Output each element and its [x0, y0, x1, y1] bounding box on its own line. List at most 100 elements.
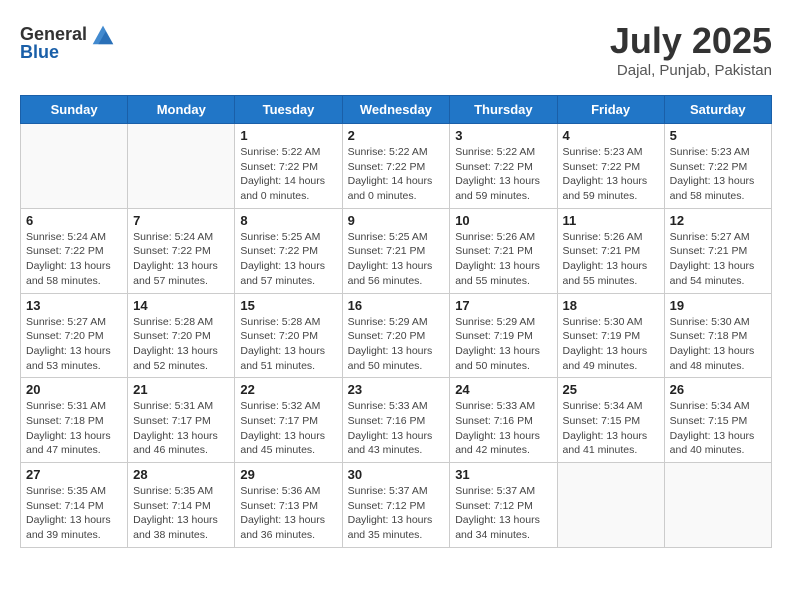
- day-number: 5: [670, 128, 766, 143]
- day-info: Sunrise: 5:25 AMSunset: 7:21 PMDaylight:…: [348, 230, 445, 289]
- day-info: Sunrise: 5:27 AMSunset: 7:21 PMDaylight:…: [670, 230, 766, 289]
- calendar-cell: [557, 463, 664, 548]
- daylight-text: Daylight: 13 hours and 42 minutes.: [455, 429, 551, 458]
- daylight-text: Daylight: 13 hours and 34 minutes.: [455, 513, 551, 542]
- day-number: 3: [455, 128, 551, 143]
- daylight-text: Daylight: 13 hours and 53 minutes.: [26, 344, 122, 373]
- day-number: 9: [348, 213, 445, 228]
- day-info: Sunrise: 5:25 AMSunset: 7:22 PMDaylight:…: [240, 230, 336, 289]
- sunset-text: Sunset: 7:18 PM: [26, 414, 122, 429]
- calendar-week-row: 20Sunrise: 5:31 AMSunset: 7:18 PMDayligh…: [21, 378, 772, 463]
- day-info: Sunrise: 5:33 AMSunset: 7:16 PMDaylight:…: [455, 399, 551, 458]
- sunset-text: Sunset: 7:22 PM: [133, 244, 229, 259]
- sunset-text: Sunset: 7:21 PM: [455, 244, 551, 259]
- calendar-cell: 28Sunrise: 5:35 AMSunset: 7:14 PMDayligh…: [128, 463, 235, 548]
- calendar-cell: 15 Sunrise: 5:28 AMSunset: 7:20 PMDayligh…: [235, 293, 342, 378]
- day-number: 18: [563, 298, 659, 313]
- calendar-cell: 19Sunrise: 5:30 AMSunset: 7:18 PMDayligh…: [664, 293, 771, 378]
- calendar-cell: 29 Sunrise: 5:36 AMSunset: 7:13 PMDayligh…: [235, 463, 342, 548]
- sunset-text: Sunset: 7:22 PM: [670, 160, 766, 175]
- sunrise-text: Sunrise: 5:33 AM: [455, 399, 551, 414]
- day-info: Sunrise: 5:22 AMSunset: 7:22 PMDaylight:…: [455, 145, 551, 204]
- calendar-cell: 22Sunrise: 5:32 AMSunset: 7:17 PMDayligh…: [235, 378, 342, 463]
- sunset-text: Sunset: 7:20 PM: [348, 329, 445, 344]
- sunrise-text: Sunrise: 5:31 AM: [26, 399, 122, 414]
- calendar-cell: 5 Sunrise: 5:23 AMSunset: 7:22 PMDaylight…: [664, 124, 771, 209]
- sunset-text: Sunset: 7:14 PM: [26, 499, 122, 514]
- sunrise-text: Sunrise: 5:26 AM: [455, 230, 551, 245]
- day-number: 10: [455, 213, 551, 228]
- sunrise-text: Sunrise: 5:24 AM: [133, 230, 229, 245]
- sunrise-text: Sunrise: 5:30 AM: [670, 315, 766, 330]
- sunrise-text: Sunrise: 5:22 AM: [455, 145, 551, 160]
- daylight-text: Daylight: 13 hours and 45 minutes.: [240, 429, 336, 458]
- calendar-cell: 18Sunrise: 5:30 AMSunset: 7:19 PMDayligh…: [557, 293, 664, 378]
- sunrise-text: Sunrise: 5:32 AM: [240, 399, 336, 414]
- day-info: Sunrise: 5:34 AMSunset: 7:15 PMDaylight:…: [563, 399, 659, 458]
- sunset-text: Sunset: 7:22 PM: [240, 244, 336, 259]
- sunrise-text: Sunrise: 5:34 AM: [670, 399, 766, 414]
- day-info: Sunrise: 5:36 AMSunset: 7:13 PMDaylight:…: [240, 484, 336, 543]
- daylight-text: Daylight: 13 hours and 59 minutes.: [455, 174, 551, 203]
- day-number: 12: [670, 213, 766, 228]
- calendar-cell: 24Sunrise: 5:33 AMSunset: 7:16 PMDayligh…: [450, 378, 557, 463]
- sunrise-text: Sunrise: 5:28 AM: [240, 315, 336, 330]
- day-info: Sunrise: 5:37 AMSunset: 7:12 PMDaylight:…: [455, 484, 551, 543]
- sunset-text: Sunset: 7:20 PM: [26, 329, 122, 344]
- page-header: General Blue July 2025 Dajal, Punjab, Pa…: [20, 20, 772, 79]
- day-number: 29: [240, 467, 336, 482]
- calendar-cell: 14 Sunrise: 5:28 AMSunset: 7:20 PMDayligh…: [128, 293, 235, 378]
- calendar-cell: 2 Sunrise: 5:22 AMSunset: 7:22 PMDaylight…: [342, 124, 450, 209]
- day-info: Sunrise: 5:32 AMSunset: 7:17 PMDaylight:…: [240, 399, 336, 458]
- daylight-text: Daylight: 13 hours and 57 minutes.: [240, 259, 336, 288]
- calendar-header-friday: Friday: [557, 96, 664, 124]
- day-number: 15: [240, 298, 336, 313]
- sunrise-text: Sunrise: 5:27 AM: [670, 230, 766, 245]
- day-info: Sunrise: 5:34 AMSunset: 7:15 PMDaylight:…: [670, 399, 766, 458]
- calendar-cell: 1 Sunrise: 5:22 AMSunset: 7:22 PMDaylight…: [235, 124, 342, 209]
- day-number: 13: [26, 298, 122, 313]
- day-info: Sunrise: 5:35 AMSunset: 7:14 PMDaylight:…: [133, 484, 229, 543]
- calendar-cell: 10 Sunrise: 5:26 AMSunset: 7:21 PMDayligh…: [450, 208, 557, 293]
- daylight-text: Daylight: 13 hours and 55 minutes.: [455, 259, 551, 288]
- sunrise-text: Sunrise: 5:29 AM: [348, 315, 445, 330]
- calendar-cell: 20Sunrise: 5:31 AMSunset: 7:18 PMDayligh…: [21, 378, 128, 463]
- day-info: Sunrise: 5:24 AMSunset: 7:22 PMDaylight:…: [133, 230, 229, 289]
- sunrise-text: Sunrise: 5:26 AM: [563, 230, 659, 245]
- daylight-text: Daylight: 13 hours and 47 minutes.: [26, 429, 122, 458]
- day-info: Sunrise: 5:22 AMSunset: 7:22 PMDaylight:…: [240, 145, 336, 204]
- calendar-header-saturday: Saturday: [664, 96, 771, 124]
- sunrise-text: Sunrise: 5:35 AM: [133, 484, 229, 499]
- sunrise-text: Sunrise: 5:29 AM: [455, 315, 551, 330]
- calendar-cell: [128, 124, 235, 209]
- calendar-cell: 6Sunrise: 5:24 AMSunset: 7:22 PMDaylight…: [21, 208, 128, 293]
- day-number: 16: [348, 298, 445, 313]
- daylight-text: Daylight: 13 hours and 51 minutes.: [240, 344, 336, 373]
- calendar-cell: 3 Sunrise: 5:22 AMSunset: 7:22 PMDaylight…: [450, 124, 557, 209]
- day-number: 14: [133, 298, 229, 313]
- calendar-cell: 9 Sunrise: 5:25 AMSunset: 7:21 PMDaylight…: [342, 208, 450, 293]
- day-info: Sunrise: 5:28 AMSunset: 7:20 PMDaylight:…: [133, 315, 229, 374]
- sunrise-text: Sunrise: 5:27 AM: [26, 315, 122, 330]
- sunset-text: Sunset: 7:19 PM: [563, 329, 659, 344]
- calendar-header-sunday: Sunday: [21, 96, 128, 124]
- day-info: Sunrise: 5:22 AMSunset: 7:22 PMDaylight:…: [348, 145, 445, 204]
- sunset-text: Sunset: 7:16 PM: [348, 414, 445, 429]
- day-info: Sunrise: 5:23 AMSunset: 7:22 PMDaylight:…: [670, 145, 766, 204]
- day-number: 4: [563, 128, 659, 143]
- day-info: Sunrise: 5:29 AMSunset: 7:19 PMDaylight:…: [455, 315, 551, 374]
- location-title: Dajal, Punjab, Pakistan: [610, 62, 772, 79]
- day-number: 1: [240, 128, 336, 143]
- logo-blue-text: Blue: [20, 42, 59, 63]
- daylight-text: Daylight: 13 hours and 58 minutes.: [26, 259, 122, 288]
- calendar-week-row: 1Sunrise: 5:22 AMSunset: 7:22 PMDaylight…: [21, 124, 772, 209]
- calendar-week-row: 27Sunrise: 5:35 AMSunset: 7:14 PMDayligh…: [21, 463, 772, 548]
- sunrise-text: Sunrise: 5:25 AM: [348, 230, 445, 245]
- day-number: 2: [348, 128, 445, 143]
- daylight-text: Daylight: 14 hours and 0 minutes.: [240, 174, 336, 203]
- sunrise-text: Sunrise: 5:22 AM: [240, 145, 336, 160]
- day-info: Sunrise: 5:28 AMSunset: 7:20 PMDaylight:…: [240, 315, 336, 374]
- daylight-text: Daylight: 13 hours and 43 minutes.: [348, 429, 445, 458]
- sunset-text: Sunset: 7:22 PM: [563, 160, 659, 175]
- daylight-text: Daylight: 13 hours and 48 minutes.: [670, 344, 766, 373]
